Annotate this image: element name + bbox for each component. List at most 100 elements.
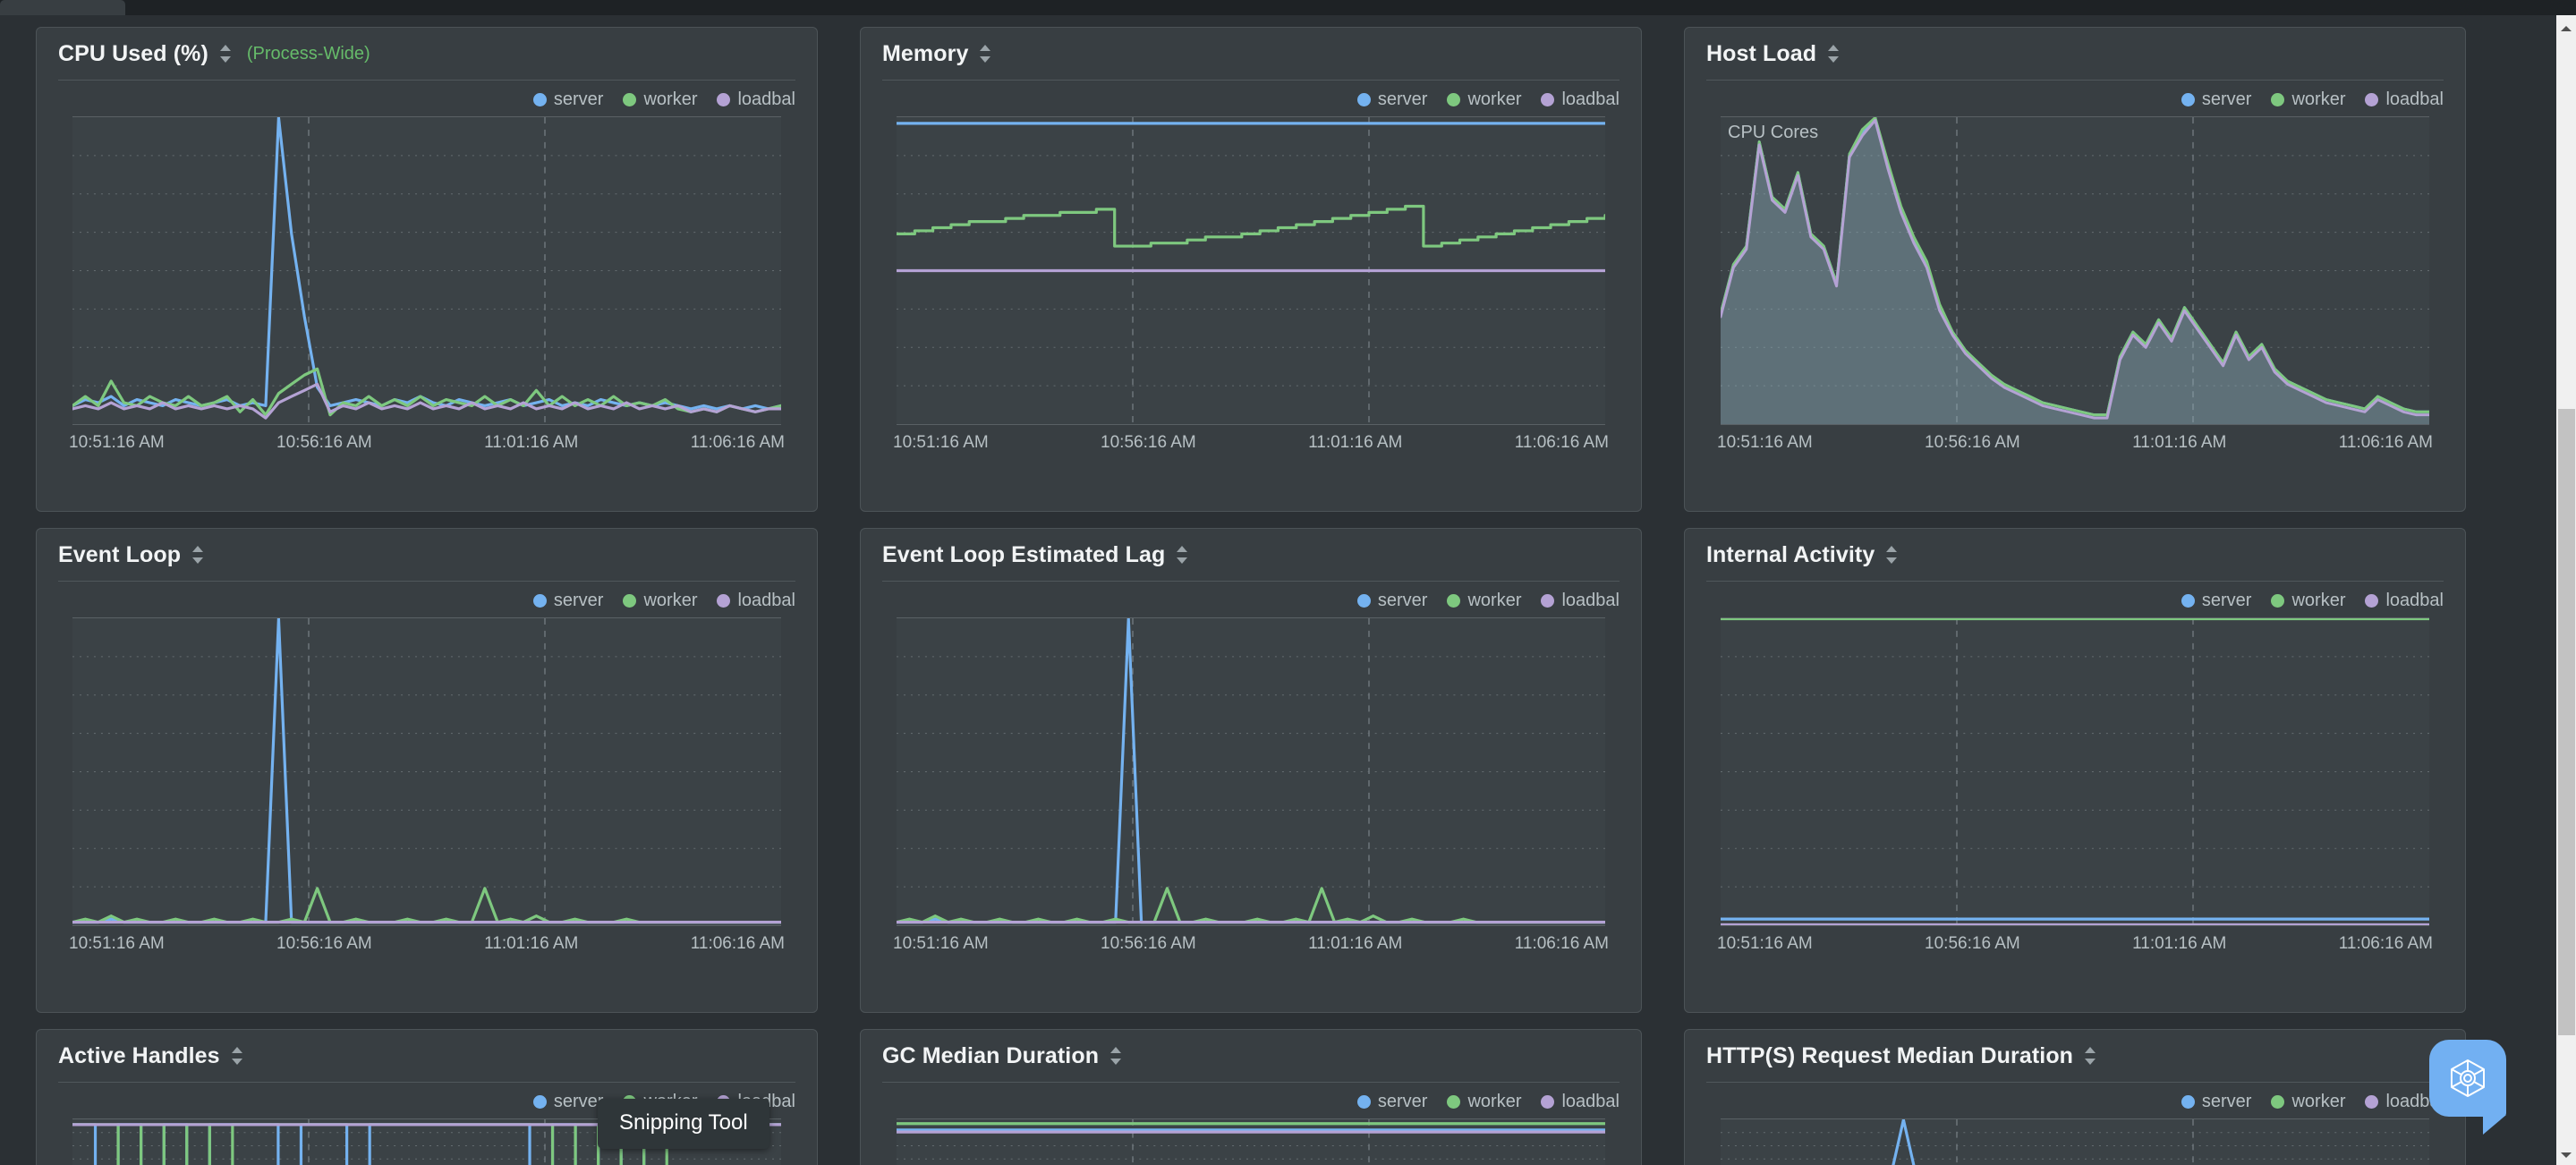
scrollbar-down-arrow[interactable]: [2556, 1145, 2576, 1165]
legend-item-worker[interactable]: worker: [2271, 591, 2345, 611]
plot-area-host-load[interactable]: CPU Cores: [1721, 116, 2429, 425]
legend-dot-server-icon: [532, 594, 547, 608]
x-axis-tick: 10:56:16 AM: [1101, 433, 1196, 452]
page-scrollbar[interactable]: [2556, 15, 2576, 1165]
panel-gc-median-duration: GC Median Duration server worker loadbal: [860, 1029, 1642, 1165]
plot-wrapper-internal-activity: [1721, 617, 2429, 926]
plot-area-memory[interactable]: [897, 116, 1605, 425]
legend-item-worker[interactable]: worker: [2271, 89, 2345, 110]
chart-legend-memory: server worker loadbal: [861, 81, 1641, 116]
legend-dot-server-icon: [532, 1095, 547, 1109]
panel-title-gc-median-duration: GC Median Duration: [882, 1042, 1100, 1068]
sort-toggle-icon[interactable]: [979, 44, 992, 64]
x-axis-tick: 11:01:16 AM: [484, 433, 579, 452]
legend-dot-worker-icon: [2271, 93, 2285, 106]
legend-item-worker[interactable]: worker: [1447, 591, 1521, 611]
sort-toggle-icon[interactable]: [1885, 545, 1899, 565]
legend-dot-loadbal-icon: [2365, 1095, 2379, 1109]
scrollbar-up-arrow[interactable]: [2556, 19, 2576, 38]
legend-label-loadbal: loadbal: [1561, 89, 1620, 109]
panel-header-cpu-used: CPU Used (%) (Process-Wide): [37, 28, 817, 80]
chart-legend-event-loop: server worker loadbal: [37, 582, 817, 617]
browser-tab[interactable]: [0, 0, 125, 15]
cube-hexagon-icon: [2451, 1059, 2485, 1097]
panel-title-event-loop: Event Loop: [58, 541, 182, 567]
plot-area-internal-activity[interactable]: [1721, 617, 2429, 926]
legend-item-loadbal[interactable]: loadbal: [2365, 591, 2444, 611]
sort-toggle-icon[interactable]: [2084, 1046, 2097, 1066]
legend-dot-worker-icon: [1447, 93, 1461, 106]
legend-item-worker[interactable]: worker: [1447, 1092, 1521, 1112]
legend-label-worker: worker: [1467, 89, 1522, 109]
chart-legend-http-s-request-median-duration: server worker loadbal: [1685, 1083, 2465, 1118]
legend-item-server[interactable]: server: [2181, 89, 2251, 110]
legend-item-worker[interactable]: worker: [623, 89, 697, 110]
legend-item-worker[interactable]: worker: [2271, 1092, 2345, 1112]
legend-item-server[interactable]: server: [2181, 1092, 2252, 1112]
legend-dot-loadbal-icon: [1541, 594, 1555, 608]
panel-title-memory: Memory: [882, 40, 969, 66]
legend-item-server[interactable]: server: [532, 591, 603, 611]
legend-dot-worker-icon: [1447, 1095, 1461, 1109]
plot-wrapper-memory: [897, 116, 1605, 425]
x-axis-tick: 10:51:16 AM: [893, 433, 989, 452]
sort-toggle-icon[interactable]: [191, 545, 205, 565]
x-axis-tick: 11:06:16 AM: [1514, 433, 1609, 452]
legend-item-server[interactable]: server: [532, 1092, 603, 1112]
legend-label-loadbal: loadbal: [737, 89, 795, 109]
plot-area-event-loop[interactable]: [72, 617, 781, 926]
legend-item-loadbal[interactable]: loadbal: [717, 591, 795, 611]
scrollbar-thumb[interactable]: [2558, 409, 2575, 1035]
x-axis-tick: 10:51:16 AM: [69, 934, 165, 953]
legend-item-server[interactable]: server: [1356, 1092, 1428, 1112]
x-axis-tick: 10:56:16 AM: [276, 934, 372, 953]
panel-memory: Memory server worker loadbal 10:51:16 AM 10:5…: [860, 27, 1642, 512]
legend-item-loadbal[interactable]: loadbal: [717, 89, 795, 110]
sort-toggle-icon[interactable]: [231, 1046, 244, 1066]
legend-item-loadbal[interactable]: loadbal: [1541, 89, 1620, 110]
plot-area-cpu-used[interactable]: [72, 116, 781, 425]
legend-label-server: server: [2201, 1092, 2252, 1111]
x-axis-tick: 10:56:16 AM: [1925, 433, 2020, 452]
x-axis-tick: 10:56:16 AM: [1101, 934, 1196, 953]
legend-item-server[interactable]: server: [532, 89, 604, 110]
legend-item-server[interactable]: server: [2181, 591, 2252, 611]
legend-dot-worker-icon: [2271, 594, 2285, 608]
x-axis-tick: 11:01:16 AM: [1308, 934, 1403, 953]
legend-label-loadbal: loadbal: [737, 591, 795, 610]
chart-legend-gc-median-duration: server worker loadbal: [861, 1083, 1641, 1118]
legend-label-worker: worker: [2291, 89, 2346, 109]
legend-label-loadbal: loadbal: [1561, 591, 1620, 610]
sort-toggle-icon[interactable]: [1109, 1046, 1123, 1066]
x-axis-memory: 10:51:16 AM 10:56:16 AM 11:01:16 AM 11:06:1…: [861, 425, 1641, 453]
legend-item-loadbal[interactable]: loadbal: [1541, 1092, 1620, 1112]
legend-dot-loadbal-icon: [1541, 1095, 1555, 1109]
legend-item-loadbal[interactable]: loadbal: [2365, 89, 2444, 110]
plot-area-gc-median-duration[interactable]: [897, 1118, 1605, 1165]
legend-dot-server-icon: [1356, 1095, 1371, 1109]
plot-wrapper-event-loop: [72, 617, 781, 926]
plot-area-http-s-request-median-duration[interactable]: [1721, 1118, 2429, 1165]
sort-toggle-icon[interactable]: [219, 44, 233, 64]
sort-toggle-icon[interactable]: [1827, 44, 1841, 64]
legend-label-server: server: [1377, 1092, 1428, 1111]
x-axis-tick: 11:01:16 AM: [2132, 433, 2227, 452]
legend-item-server[interactable]: server: [1356, 591, 1427, 611]
legend-item-worker[interactable]: worker: [1447, 89, 1521, 110]
snipping-tool-tooltip: Snipping Tool: [598, 1099, 769, 1149]
legend-dot-loadbal-icon: [2365, 93, 2379, 106]
plot-area-event-loop-estimated-lag[interactable]: [897, 617, 1605, 926]
panel-cpu-used: CPU Used (%) (Process-Wide) server worker lo…: [36, 27, 818, 512]
legend-label-server: server: [2201, 591, 2252, 610]
sort-toggle-icon[interactable]: [1176, 545, 1189, 565]
x-axis-tick: 11:01:16 AM: [1308, 433, 1403, 452]
legend-label-server: server: [553, 89, 604, 109]
legend-item-worker[interactable]: worker: [623, 591, 697, 611]
legend-item-server[interactable]: server: [1356, 89, 1427, 110]
legend-dot-server-icon: [532, 93, 547, 106]
assistant-fab-button[interactable]: [2429, 1040, 2506, 1135]
legend-item-loadbal[interactable]: loadbal: [1541, 591, 1620, 611]
chart-legend-internal-activity: server worker loadbal: [1685, 582, 2465, 617]
plot-wrapper-host-load: CPU Cores: [1721, 116, 2429, 425]
legend-dot-server-icon: [2181, 93, 2195, 106]
